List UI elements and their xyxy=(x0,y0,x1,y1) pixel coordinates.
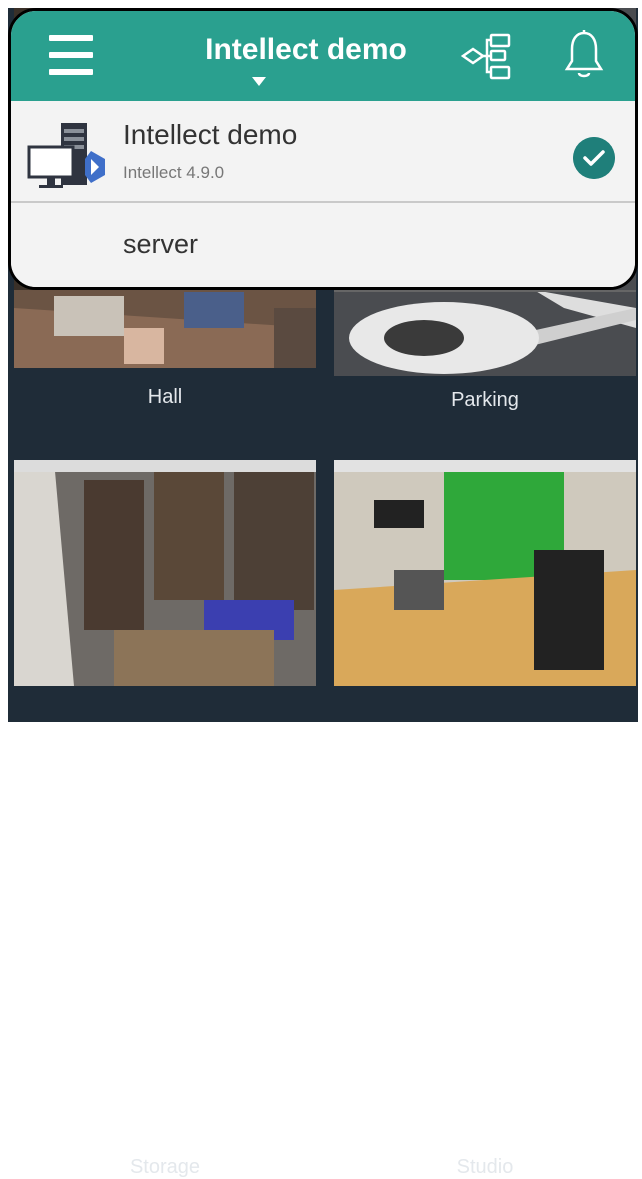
top-bar: Intellect demo xyxy=(11,11,635,101)
server-name: server xyxy=(123,229,199,259)
camera-label: Hall xyxy=(147,386,183,408)
notification-bell-icon[interactable] xyxy=(563,29,605,81)
dropdown-caret-icon[interactable] xyxy=(252,77,266,86)
server-computer-icon xyxy=(27,123,105,188)
server-version: Intellect 4.9.0 xyxy=(123,163,225,182)
server-selector-panel: Intellect demo Intellect demo Intellect … xyxy=(8,8,638,290)
camera-thumbnail-studio xyxy=(334,460,636,686)
server-list-item-selected[interactable]: Intellect demo Intellect 4.9.0 xyxy=(11,103,635,203)
server-name: Intellect demo xyxy=(123,119,298,150)
checkmark-icon xyxy=(573,137,615,179)
camera-label: Storage xyxy=(129,1156,201,1178)
camera-thumbnail-storage xyxy=(14,460,316,686)
camera-label: Parking xyxy=(451,389,519,411)
server-list-item[interactable]: server xyxy=(11,203,635,287)
app-root: Hall Parking Storage Studio Intellect de… xyxy=(8,8,638,1178)
camera-label: Studio xyxy=(456,1156,514,1178)
hamburger-menu-icon[interactable] xyxy=(49,35,93,75)
hierarchy-tree-icon[interactable] xyxy=(459,29,513,83)
app-title[interactable]: Intellect demo xyxy=(176,33,436,67)
